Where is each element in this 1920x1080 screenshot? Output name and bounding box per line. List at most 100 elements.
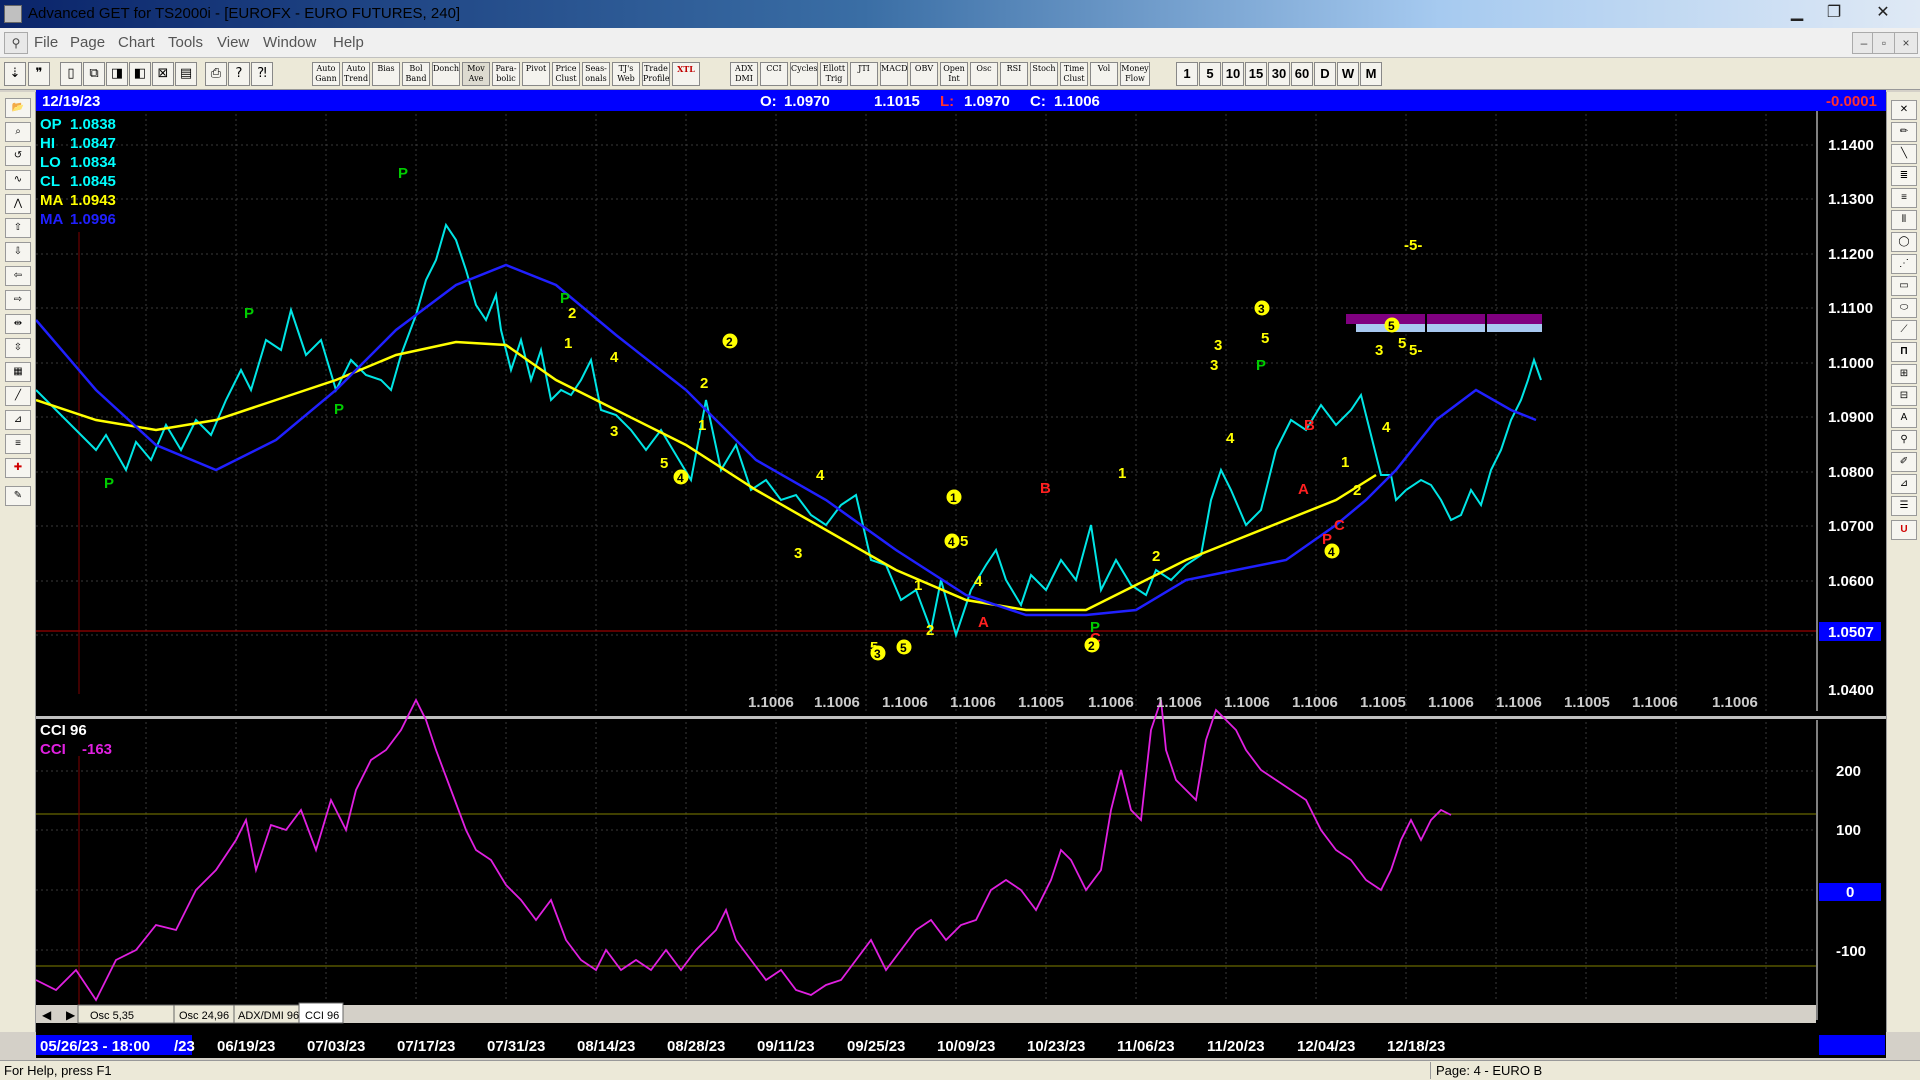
time-projection-box[interactable] [1346, 314, 1542, 324]
doc-icon[interactable]: ⚲ [4, 32, 28, 54]
tool-ellott-trig[interactable]: Ellott Trig [820, 62, 848, 86]
tool-stoch[interactable]: Stoch [1030, 62, 1058, 86]
menu-page[interactable]: Page [70, 34, 105, 51]
menu-window[interactable]: Window [263, 34, 316, 51]
maximize-button[interactable]: ❐ [1817, 2, 1851, 26]
tool-donch[interactable]: Donch [432, 62, 460, 86]
notes-icon[interactable]: ✎ [5, 486, 31, 506]
timeframe-m[interactable]: M [1360, 62, 1382, 86]
tab-scroll-left-icon[interactable]: ◀ [42, 1008, 52, 1022]
list-icon[interactable]: ☰ [1891, 496, 1917, 516]
menu-view[interactable]: View [217, 34, 249, 51]
tool-pivot[interactable]: Pivot [522, 62, 550, 86]
cci-series[interactable] [35, 697, 1452, 1002]
tool-adx-dmi[interactable]: ADX DMI [730, 62, 758, 86]
page-next-icon[interactable]: ◧ [129, 62, 151, 86]
context-help-icon[interactable]: ⁈ [251, 62, 273, 86]
mdi-restore-icon[interactable]: ▫ [1872, 32, 1896, 54]
fan-tool-icon[interactable]: ⋰ [1891, 254, 1917, 274]
print-icon[interactable]: ⎙ [205, 62, 227, 86]
fib-time-icon[interactable]: ⦀ [1891, 210, 1917, 230]
tool-bias[interactable]: Bias [372, 62, 400, 86]
tool-seasonals[interactable]: Seas-onals [582, 62, 610, 86]
tool-osc[interactable]: Osc [970, 62, 998, 86]
price-projection-box[interactable] [1356, 324, 1542, 332]
panel-divider[interactable] [36, 716, 1886, 719]
timeframe-1[interactable]: 1 [1176, 62, 1198, 86]
tool-money-flow[interactable]: Money Flow [1120, 62, 1150, 86]
tool-mov-ave[interactable]: Mov Ave [462, 62, 490, 86]
tool-open-int[interactable]: Open Int [940, 62, 968, 86]
tool-cycles[interactable]: Cycles [790, 62, 818, 86]
timeframe-d[interactable]: D [1314, 62, 1336, 86]
tool-vol[interactable]: Vol [1090, 62, 1118, 86]
menu-file[interactable]: File [34, 34, 58, 51]
line-tool-icon[interactable]: ╲ [1891, 144, 1917, 164]
arrow-left-icon[interactable]: ⇦ [5, 266, 31, 286]
menu-tools[interactable]: Tools [168, 34, 203, 51]
arrow-right-icon[interactable]: ⇨ [5, 290, 31, 310]
tool-trade-profile[interactable]: Trade Profile [642, 62, 670, 86]
tool-time-clust[interactable]: Time Clust [1060, 62, 1088, 86]
moving-average-blue[interactable] [35, 263, 1537, 617]
chart-window[interactable]: 12/19/23 O: 1.0970 1.1015 L: 1.0970 C: 1… [35, 90, 1886, 1058]
open-folder-icon[interactable]: 📂 [5, 98, 31, 118]
elliott-wave-annotations[interactable]: PPPPPPPP2143521435124531234512345ABCABC-… [104, 165, 1422, 661]
timeframe-w[interactable]: W [1337, 62, 1359, 86]
ruler-icon[interactable]: ⊿ [1891, 474, 1917, 494]
tool-auto-trend[interactable]: Auto Trend [342, 62, 370, 86]
zoom-tool-icon[interactable]: ⌕ [5, 122, 31, 142]
tool-jti[interactable]: JTI [850, 62, 878, 86]
tool-rsi[interactable]: RSI [1000, 62, 1028, 86]
mob-icon[interactable]: ⊟ [1891, 386, 1917, 406]
cursor-icon[interactable]: ⇣ [4, 62, 26, 86]
expand-icon[interactable]: ⇳ [5, 338, 31, 358]
pencil-icon[interactable]: ✏ [1891, 122, 1917, 142]
mdi-close-icon[interactable]: × [1894, 32, 1918, 54]
tool-macd[interactable]: MACD [880, 62, 908, 86]
scale-icon[interactable]: ⇹ [5, 314, 31, 334]
study-icon[interactable]: ∿ [5, 170, 31, 190]
fib-ext-icon[interactable]: ≡ [1891, 188, 1917, 208]
tab-scroll-right-icon[interactable]: ▶ [66, 1008, 76, 1022]
ellipse-icon[interactable]: ⬭ [1891, 298, 1917, 318]
timeframe-5[interactable]: 5 [1199, 62, 1221, 86]
quote-icon[interactable]: ❞ [28, 62, 50, 86]
gann-fan-icon[interactable]: ⟋ [1891, 320, 1917, 340]
fib-ret-icon[interactable]: ≣ [1891, 166, 1917, 186]
tool-obv[interactable]: OBV [910, 62, 938, 86]
arrow-down-icon[interactable]: ⇩ [5, 242, 31, 262]
menu-help[interactable]: Help [333, 34, 364, 51]
tool-price-clust[interactable]: Price Clust [552, 62, 580, 86]
gann-icon[interactable]: ⊿ [5, 410, 31, 430]
delete-icon[interactable]: ✕ [1891, 100, 1917, 120]
help-icon[interactable]: ? [228, 62, 250, 86]
tool-cci[interactable]: CCI [760, 62, 788, 86]
tool-bol-band[interactable]: Bol Band [402, 62, 430, 86]
arrow-up-icon[interactable]: ⇧ [5, 218, 31, 238]
chart-canvas[interactable]: 12/19/23 O: 1.0970 1.1015 L: 1.0970 C: 1… [35, 90, 1886, 1058]
crosshair-icon[interactable]: ✚ [5, 458, 31, 478]
tool-xtl[interactable]: XTL [672, 62, 700, 86]
new-icon[interactable]: ▯ [60, 62, 82, 86]
tool-auto-gann[interactable]: Auto Gann [312, 62, 340, 86]
brush-icon[interactable]: ✐ [1891, 452, 1917, 472]
minimize-button[interactable]: ▁ [1780, 2, 1814, 26]
pti-icon[interactable]: Π [1891, 342, 1917, 362]
lines-icon[interactable]: ╱ [5, 386, 31, 406]
price-series[interactable] [35, 222, 1542, 639]
close-button[interactable]: ✕ [1866, 2, 1900, 26]
layout-icon[interactable]: ▤ [175, 62, 197, 86]
undo-icon[interactable]: U [1891, 520, 1917, 540]
fib-icon[interactable]: ≡ [5, 434, 31, 454]
copy-icon[interactable]: ⧉ [83, 62, 105, 86]
grid-box-icon[interactable]: ⊞ [1891, 364, 1917, 384]
circle-tool-icon[interactable]: ◯ [1891, 232, 1917, 252]
grid-icon[interactable]: ⊠ [152, 62, 174, 86]
tool-tjs-web[interactable]: TJ's Web [612, 62, 640, 86]
reset-icon[interactable]: ↺ [5, 146, 31, 166]
elliott-icon[interactable]: ⋀ [5, 194, 31, 214]
timeframe-30[interactable]: 30 [1268, 62, 1290, 86]
timeframe-10[interactable]: 10 [1222, 62, 1244, 86]
timeframe-15[interactable]: 15 [1245, 62, 1267, 86]
